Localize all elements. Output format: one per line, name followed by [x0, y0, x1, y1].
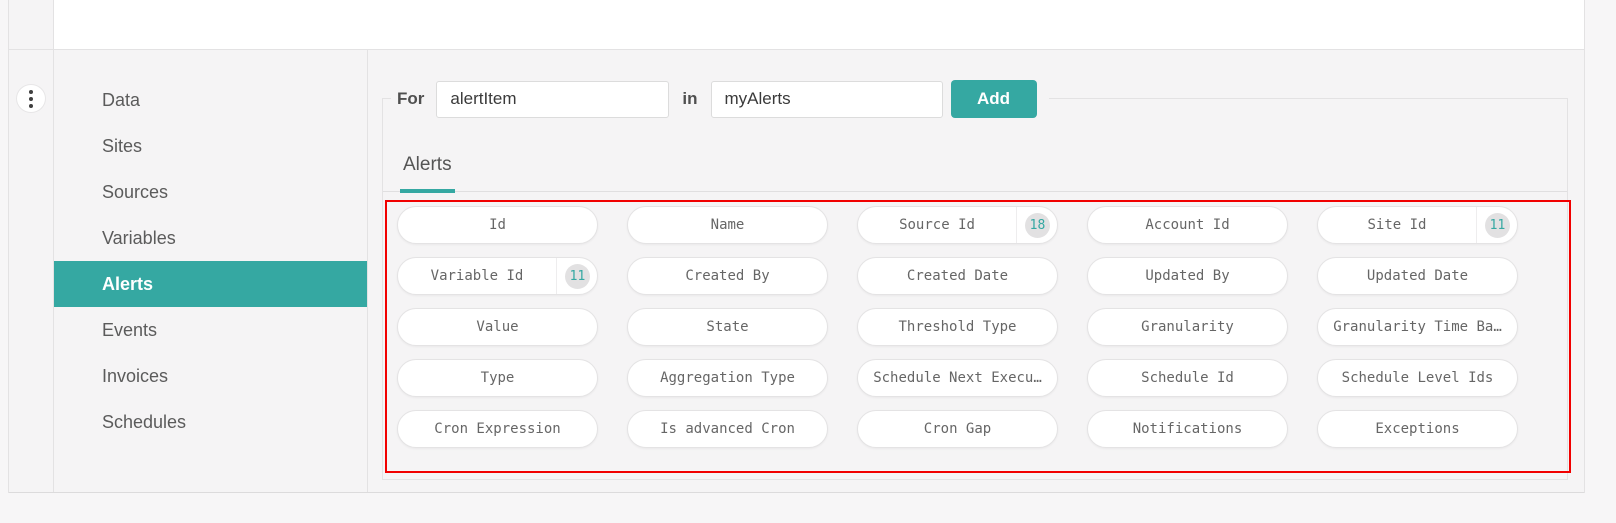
field-chip[interactable]: Type: [397, 359, 598, 397]
field-chip[interactable]: Cron Expression: [397, 410, 598, 448]
field-chip[interactable]: Variable Id 11: [397, 257, 598, 295]
field-chip[interactable]: Granularity: [1087, 308, 1288, 346]
sidebar-item-alerts[interactable]: Alerts: [54, 261, 367, 307]
field-chip-label: Account Id: [1145, 217, 1230, 233]
field-chip[interactable]: Value: [397, 308, 598, 346]
sidebar-item-data[interactable]: Data: [54, 77, 367, 123]
alerts-panel: For in Add Alerts IdNameSource Id18Accou…: [382, 80, 1571, 480]
field-chip[interactable]: Updated Date: [1317, 257, 1518, 295]
menu-kebab-button[interactable]: [16, 84, 46, 113]
field-chip[interactable]: Account Id: [1087, 206, 1288, 244]
left-rail: [9, 50, 54, 492]
field-chip-badge-area: 11: [1476, 207, 1517, 243]
field-chip[interactable]: Is advanced Cron: [627, 410, 828, 448]
field-chip-label: Threshold Type: [898, 319, 1017, 335]
sidebar-item-variables[interactable]: Variables: [54, 215, 367, 261]
app-window: Data Sites Sources Variables Alerts Events Inv…: [8, 0, 1585, 493]
field-chip-label: Created By: [685, 268, 770, 284]
sidebar: Data Sites Sources Variables Alerts Events Inv…: [54, 50, 368, 492]
field-chip-label: Id: [489, 217, 506, 233]
field-chip-label: Updated By: [1145, 268, 1230, 284]
field-chip[interactable]: Created Date: [857, 257, 1058, 295]
field-chip-label: Schedule Id: [1141, 370, 1234, 386]
sidebar-item-events[interactable]: Events: [54, 307, 367, 353]
field-chip-label: Exceptions: [1375, 421, 1460, 437]
field-chip-label: Schedule Next Execu…: [873, 370, 1042, 386]
field-chip[interactable]: Schedule Level Ids: [1317, 359, 1518, 397]
content-area: For in Add Alerts IdNameSource Id18Accou…: [368, 50, 1584, 492]
field-chip[interactable]: Source Id 18: [857, 206, 1058, 244]
field-chip-label: Cron Expression: [434, 421, 561, 437]
field-chip[interactable]: Granularity Time Ba…: [1317, 308, 1518, 346]
field-chip-label: Is advanced Cron: [660, 421, 795, 437]
field-chip[interactable]: Exceptions: [1317, 410, 1518, 448]
sidebar-item-sites[interactable]: Sites: [54, 123, 367, 169]
field-chip-label: Variable Id: [430, 268, 524, 284]
vertical-dots-icon: [29, 89, 33, 94]
field-chip-label: Name: [710, 217, 745, 233]
tab-bar: Alerts: [383, 99, 1567, 193]
field-chip-label: Updated Date: [1366, 268, 1469, 284]
field-chip-label: Cron Gap: [923, 421, 992, 437]
field-chip[interactable]: Aggregation Type: [627, 359, 828, 397]
tab-alerts[interactable]: Alerts: [400, 154, 455, 193]
field-chip-label: State: [706, 319, 749, 335]
field-chip-label: Created Date: [906, 268, 1009, 284]
field-chip-label: Type: [480, 370, 515, 386]
field-chip[interactable]: Site Id 11: [1317, 206, 1518, 244]
field-chip-label: Site Id: [1367, 217, 1427, 233]
sidebar-item-sources[interactable]: Sources: [54, 169, 367, 215]
field-chip[interactable]: Name: [627, 206, 828, 244]
field-chip-label: Granularity Time Ba…: [1333, 319, 1502, 335]
fields-grid: Id Name Source Id 18 Account Id Site Id 11 Vari…: [387, 202, 1569, 458]
field-chip[interactable]: Created By: [627, 257, 828, 295]
count-badge: 11: [1485, 212, 1510, 238]
field-chip-label: Aggregation Type: [660, 370, 795, 386]
main-area: Data Sites Sources Variables Alerts Events Inv…: [9, 50, 1584, 493]
highlight-red-box: Id Name Source Id 18 Account Id Site Id 11 Vari…: [385, 200, 1571, 473]
field-chip[interactable]: Notifications: [1087, 410, 1288, 448]
sidebar-item-schedules[interactable]: Schedules: [54, 399, 367, 445]
field-chip[interactable]: Updated By: [1087, 257, 1288, 295]
field-chip[interactable]: Id: [397, 206, 598, 244]
count-badge: 11: [565, 263, 590, 289]
field-chip-label: Granularity: [1141, 319, 1234, 335]
field-chip[interactable]: Threshold Type: [857, 308, 1058, 346]
field-chip[interactable]: State: [627, 308, 828, 346]
field-chip-badge-area: 11: [556, 258, 597, 294]
field-chip-label: Schedule Level Ids: [1341, 370, 1494, 386]
field-chip-label: Value: [476, 319, 519, 335]
field-chip[interactable]: Schedule Id: [1087, 359, 1288, 397]
field-chip-label: Notifications: [1132, 421, 1243, 437]
top-bar-content: [54, 0, 1584, 49]
count-badge: 18: [1025, 212, 1050, 238]
top-bar: [9, 0, 1584, 50]
field-chip-label: Source Id: [899, 217, 975, 233]
field-chip[interactable]: Cron Gap: [857, 410, 1058, 448]
top-bar-rail-cell: [9, 0, 54, 49]
sidebar-item-invoices[interactable]: Invoices: [54, 353, 367, 399]
field-chip-badge-area: 18: [1016, 207, 1057, 243]
field-chip[interactable]: Schedule Next Execu…: [857, 359, 1058, 397]
